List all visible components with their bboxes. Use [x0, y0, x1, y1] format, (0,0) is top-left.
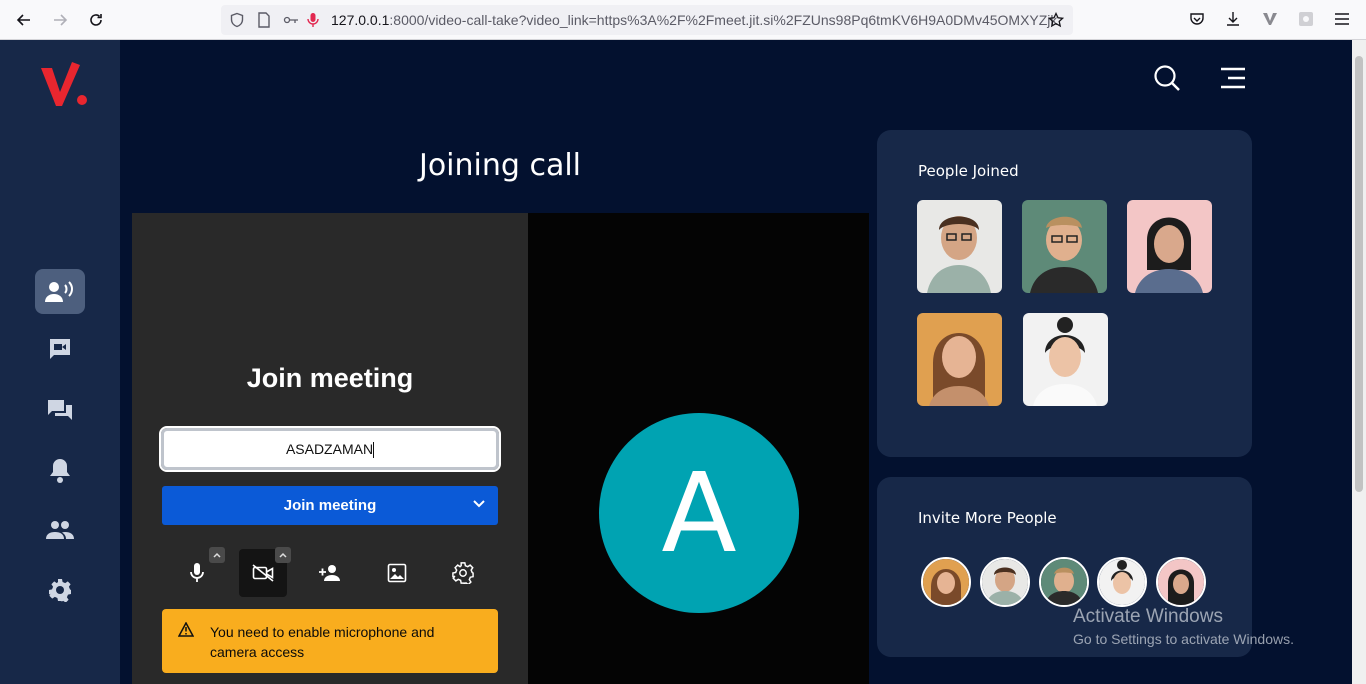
- people-joined-title: People Joined: [918, 162, 1019, 180]
- display-name-input[interactable]: ASADZAMAN: [159, 426, 501, 472]
- url-text[interactable]: 127.0.0.1:8000/video-call-take?video_lin…: [331, 12, 1057, 28]
- page-scrollbar[interactable]: [1352, 40, 1366, 684]
- forward-icon[interactable]: [48, 8, 72, 32]
- warning-text: You need to enable microphone and camera…: [210, 624, 435, 660]
- sidebar-item-video-chat[interactable]: [35, 326, 85, 371]
- prejoin-panel: Join meeting ASADZAMAN Join meeting You …: [132, 213, 528, 684]
- settings-gear-icon: [452, 562, 474, 584]
- back-icon[interactable]: [12, 8, 36, 32]
- video-call-area: Join meeting ASADZAMAN Join meeting You …: [132, 213, 869, 684]
- participant-photo[interactable]: [1022, 200, 1107, 293]
- brand-logo[interactable]: [38, 62, 90, 113]
- url-host: 127.0.0.1: [331, 12, 390, 28]
- sidebar-item-calls[interactable]: [35, 269, 85, 314]
- permission-warning: You need to enable microphone and camera…: [162, 609, 498, 673]
- video-settings-arrow-icon[interactable]: [275, 547, 291, 563]
- invite-avatar[interactable]: [921, 557, 971, 607]
- gear-icon: [49, 578, 71, 602]
- microphone-blocked-icon[interactable]: [305, 12, 321, 28]
- warning-triangle-icon: [177, 621, 195, 642]
- audio-settings-arrow-icon[interactable]: [209, 547, 225, 563]
- participant-photo[interactable]: [917, 200, 1002, 293]
- main-content: Joining call Join meeting ASADZAMAN Join…: [120, 40, 1352, 684]
- chat-bubbles-icon: [48, 399, 72, 420]
- sidebar-item-people[interactable]: [35, 507, 85, 552]
- watermark-line1: Activate Windows: [1073, 606, 1223, 627]
- video-message-icon: [50, 338, 70, 359]
- camera-off-icon: [252, 564, 274, 582]
- permissions-icon[interactable]: [283, 12, 299, 28]
- participant-photo[interactable]: [1023, 313, 1108, 406]
- windows-activation-watermark: Activate Windows Go to Settings to activ…: [1073, 606, 1294, 647]
- hamburger-menu-icon[interactable]: [1218, 63, 1248, 93]
- sidebar-item-chat[interactable]: [35, 387, 85, 432]
- participant-photo[interactable]: [1127, 200, 1212, 293]
- extension-v-icon[interactable]: [1260, 9, 1280, 29]
- sidebar-item-notifications[interactable]: [35, 447, 85, 492]
- address-bar[interactable]: 127.0.0.1:8000/video-call-take?video_lin…: [221, 5, 1073, 35]
- add-person-icon: [319, 565, 340, 581]
- extension-grid-icon[interactable]: [1296, 9, 1316, 29]
- speaking-person-icon: [45, 280, 73, 302]
- url-path: :8000/video-call-take?video_link=https%3…: [389, 12, 1058, 28]
- browser-toolbar: 127.0.0.1:8000/video-call-take?video_lin…: [0, 0, 1366, 40]
- participant-avatar: A: [599, 413, 799, 613]
- watermark-line2: Go to Settings to activate Windows.: [1073, 631, 1294, 647]
- page-icon[interactable]: [256, 12, 272, 28]
- invite-avatar[interactable]: [1039, 557, 1089, 607]
- invite-button[interactable]: [306, 549, 354, 597]
- bookmark-star-icon[interactable]: [1048, 12, 1064, 28]
- background-button[interactable]: [373, 549, 421, 597]
- browser-menu-icon[interactable]: [1332, 9, 1352, 29]
- settings-button[interactable]: [439, 549, 487, 597]
- join-options-chevron-icon[interactable]: [472, 497, 486, 511]
- invite-avatar[interactable]: [1097, 557, 1147, 607]
- downloads-icon[interactable]: [1223, 9, 1243, 29]
- invite-avatar[interactable]: [980, 557, 1030, 607]
- page-title: Joining call: [418, 148, 582, 183]
- reload-icon[interactable]: [84, 8, 108, 32]
- sidebar-item-settings[interactable]: [35, 567, 85, 612]
- search-icon[interactable]: [1152, 63, 1182, 93]
- sidebar: [0, 40, 120, 684]
- people-joined-panel: People Joined: [877, 130, 1252, 457]
- prejoin-heading: Join meeting: [246, 363, 414, 393]
- microphone-icon: [190, 563, 204, 582]
- join-meeting-button[interactable]: Join meeting: [162, 486, 498, 525]
- participant-photo[interactable]: [917, 313, 1002, 406]
- bell-icon: [50, 458, 70, 483]
- image-icon: [387, 563, 407, 583]
- group-icon: [46, 520, 74, 539]
- invite-title: Invite More People: [918, 509, 1057, 527]
- join-meeting-label: Join meeting: [283, 497, 377, 514]
- display-name-value: ASADZAMAN: [285, 441, 374, 457]
- scrollbar-thumb[interactable]: [1355, 56, 1363, 492]
- invite-avatar[interactable]: [1156, 557, 1206, 607]
- shield-icon[interactable]: [229, 12, 245, 28]
- pocket-icon[interactable]: [1187, 9, 1207, 29]
